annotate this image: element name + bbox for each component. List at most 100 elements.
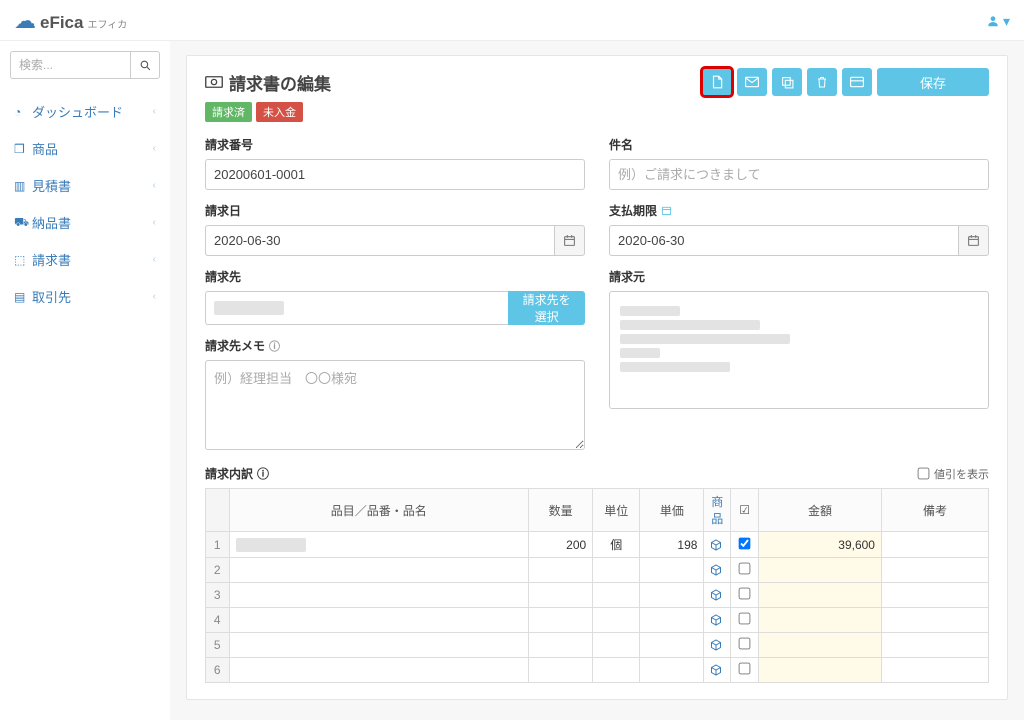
row-number: 1 xyxy=(206,532,230,558)
cell-price[interactable] xyxy=(640,633,704,658)
cell-item[interactable] xyxy=(229,558,529,583)
cell-qty[interactable] xyxy=(529,558,593,583)
search-icon xyxy=(139,59,152,72)
cell-qty[interactable] xyxy=(529,583,593,608)
sidebar-item-dashboard[interactable]: ◔ ダッシュボード ‹ xyxy=(10,93,160,130)
cell-note[interactable] xyxy=(881,558,988,583)
product-link-icon[interactable] xyxy=(704,658,731,683)
cell-check[interactable] xyxy=(731,658,759,683)
select-billto-button[interactable]: 請求先を選択 xyxy=(508,291,585,325)
cell-item[interactable] xyxy=(229,583,529,608)
input-date[interactable] xyxy=(205,225,554,256)
cell-price[interactable] xyxy=(640,583,704,608)
cell-qty[interactable]: 200 xyxy=(529,532,593,558)
copy-button[interactable] xyxy=(772,68,802,96)
input-billto[interactable] xyxy=(205,291,508,325)
cell-item[interactable] xyxy=(229,658,529,683)
delete-button[interactable] xyxy=(807,68,837,96)
cell-check[interactable] xyxy=(731,532,759,558)
label-due: 支払期限 xyxy=(609,202,989,219)
save-button[interactable]: 保存 xyxy=(877,68,989,96)
product-link-icon[interactable] xyxy=(704,558,731,583)
cell-unit[interactable]: 個 xyxy=(593,532,640,558)
money-icon: ⬚ xyxy=(14,253,32,267)
cell-check[interactable] xyxy=(731,558,759,583)
table-row[interactable]: 4 xyxy=(206,608,989,633)
cell-check[interactable] xyxy=(731,633,759,658)
sidebar-item-invoice[interactable]: ⬚ 請求書 ‹ xyxy=(10,241,160,278)
status-badge-unpaid: 未入金 xyxy=(256,102,303,122)
cell-check[interactable] xyxy=(731,583,759,608)
cell-qty[interactable] xyxy=(529,633,593,658)
cell-amount[interactable] xyxy=(758,658,881,683)
cell-amount[interactable] xyxy=(758,633,881,658)
row-checkbox[interactable] xyxy=(739,537,751,549)
row-checkbox[interactable] xyxy=(739,588,751,600)
cell-unit[interactable] xyxy=(593,583,640,608)
cell-item[interactable] xyxy=(229,532,529,558)
main: 請求書の編集 xyxy=(170,41,1024,720)
sidebar-item-label: 取引先 xyxy=(32,287,153,306)
product-link-icon[interactable] xyxy=(704,633,731,658)
product-link-icon[interactable] xyxy=(704,583,731,608)
cell-unit[interactable] xyxy=(593,633,640,658)
cell-note[interactable] xyxy=(881,608,988,633)
cell-check[interactable] xyxy=(731,608,759,633)
sidebar-item-clients[interactable]: ▤ 取引先 ‹ xyxy=(10,278,160,315)
table-row[interactable]: 6 xyxy=(206,658,989,683)
cell-price[interactable] xyxy=(640,558,704,583)
cell-price[interactable] xyxy=(640,608,704,633)
row-checkbox[interactable] xyxy=(739,663,751,675)
row-checkbox[interactable] xyxy=(739,638,751,650)
calendar-icon[interactable] xyxy=(554,225,585,256)
cell-unit[interactable] xyxy=(593,558,640,583)
sidebar-item-delivery[interactable]: ⛟ 納品書 ‹ xyxy=(10,204,160,241)
cell-item[interactable] xyxy=(229,633,529,658)
cell-amount[interactable] xyxy=(758,558,881,583)
sidebar-item-label: 納品書 xyxy=(32,213,153,232)
row-checkbox[interactable] xyxy=(739,563,751,575)
input-subject[interactable] xyxy=(609,159,989,190)
chevron-left-icon: ‹ xyxy=(153,217,156,228)
search-button[interactable] xyxy=(130,51,160,79)
discount-checkbox[interactable] xyxy=(918,468,930,480)
calendar-icon[interactable] xyxy=(958,225,989,256)
cell-note[interactable] xyxy=(881,532,988,558)
sidebar-item-products[interactable]: ❒ 商品 ‹ xyxy=(10,130,160,167)
input-memo[interactable] xyxy=(205,360,585,450)
mail-button[interactable] xyxy=(737,68,767,96)
product-link-icon[interactable] xyxy=(704,608,731,633)
more-button[interactable] xyxy=(842,68,872,96)
input-number[interactable] xyxy=(205,159,585,190)
user-menu[interactable]: ▾ xyxy=(986,13,1010,30)
cell-qty[interactable] xyxy=(529,608,593,633)
cell-amount[interactable] xyxy=(758,608,881,633)
pdf-button[interactable] xyxy=(702,68,732,96)
sender-box[interactable] xyxy=(609,291,989,409)
cell-qty[interactable] xyxy=(529,658,593,683)
table-row[interactable]: 1 200個198 39,600 xyxy=(206,532,989,558)
cell-note[interactable] xyxy=(881,658,988,683)
cell-note[interactable] xyxy=(881,633,988,658)
cell-item[interactable] xyxy=(229,608,529,633)
input-due[interactable] xyxy=(609,225,958,256)
row-checkbox[interactable] xyxy=(739,613,751,625)
cell-price[interactable] xyxy=(640,658,704,683)
calendar-hint-icon xyxy=(661,205,672,216)
discount-toggle[interactable]: 値引を表示 xyxy=(917,466,989,482)
cell-unit[interactable] xyxy=(593,658,640,683)
product-link-icon[interactable] xyxy=(704,532,731,558)
cloud-icon: ☁ xyxy=(14,8,36,34)
cell-price[interactable]: 198 xyxy=(640,532,704,558)
search-input[interactable] xyxy=(10,51,130,79)
table-row[interactable]: 3 xyxy=(206,583,989,608)
redacted-text xyxy=(620,334,790,344)
cell-amount[interactable] xyxy=(758,583,881,608)
cell-note[interactable] xyxy=(881,583,988,608)
table-row[interactable]: 5 xyxy=(206,633,989,658)
cell-amount[interactable]: 39,600 xyxy=(758,532,881,558)
sidebar-item-quotes[interactable]: ▥ 見積書 ‹ xyxy=(10,167,160,204)
sidebar-item-label: 請求書 xyxy=(32,250,153,269)
table-row[interactable]: 2 xyxy=(206,558,989,583)
cell-unit[interactable] xyxy=(593,608,640,633)
